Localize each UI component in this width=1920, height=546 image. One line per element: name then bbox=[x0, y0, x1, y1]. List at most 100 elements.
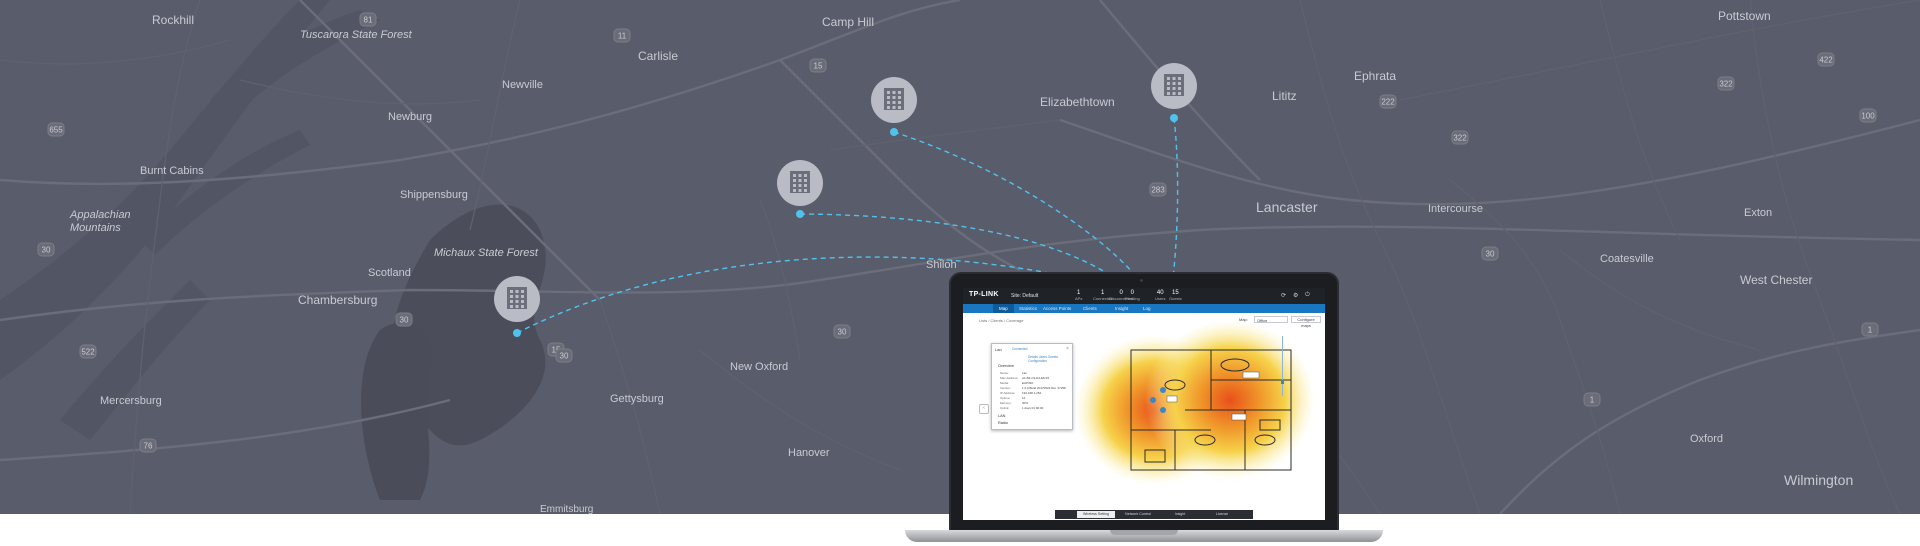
panel-title: Lan bbox=[995, 347, 1002, 352]
panel-tabs[interactable]: Details Users Guests Configuration bbox=[1028, 355, 1072, 363]
svg-text:30: 30 bbox=[838, 328, 847, 337]
site-selector[interactable]: Site: Default bbox=[1011, 293, 1038, 299]
place-label: Mercersburg bbox=[100, 395, 162, 407]
highway-shield: 322 bbox=[1451, 130, 1469, 145]
bottom-tabs: Wireless Setting Network Control Insight Li… bbox=[1055, 510, 1253, 519]
place-label: Wilmington bbox=[1784, 472, 1853, 488]
controller-screen: TP-LINK Site: Default 1 APs 1 Connected 0 Dis… bbox=[963, 288, 1325, 520]
bottom-tab[interactable]: Wireless Setting bbox=[1077, 511, 1115, 518]
place-label: Newburg bbox=[388, 111, 432, 123]
place-label: Oxford bbox=[1690, 433, 1723, 445]
highway-shield: 76 bbox=[139, 438, 157, 453]
place-label: Mountains bbox=[70, 222, 121, 234]
bottom-tab[interactable]: Insight bbox=[1161, 511, 1199, 518]
place-label: Lititz bbox=[1272, 89, 1297, 103]
svg-text:322: 322 bbox=[1719, 80, 1733, 89]
building-icon bbox=[790, 171, 810, 193]
svg-text:30: 30 bbox=[42, 246, 51, 255]
detail-row: IP Address: 192.168.1.254 bbox=[1000, 391, 1042, 395]
svg-text:11: 11 bbox=[618, 32, 627, 41]
gear-icon[interactable]: ⚙ bbox=[1293, 292, 1298, 299]
highway-shield: 30 bbox=[555, 348, 573, 363]
place-label: Burnt Cabins bbox=[140, 165, 204, 177]
highway-shield: 1 bbox=[1583, 392, 1601, 407]
place-label: Appalachian bbox=[69, 209, 131, 221]
bottom-tab[interactable]: License bbox=[1203, 511, 1241, 518]
breadcrumb: Lists / Clients / Coverage bbox=[979, 318, 1024, 323]
highway-shield: 81 bbox=[359, 12, 377, 27]
place-label: Michaux State Forest bbox=[434, 247, 539, 259]
status-counter: 40 Users bbox=[1155, 290, 1166, 301]
svg-text:1: 1 bbox=[1868, 326, 1873, 335]
highway-shield: 322 bbox=[1717, 76, 1735, 91]
building-icon bbox=[884, 88, 904, 110]
highway-shield: 30 bbox=[833, 324, 851, 339]
highway-shield: 15 bbox=[809, 58, 827, 73]
highway-shield: 522 bbox=[79, 344, 97, 359]
svg-text:422: 422 bbox=[1819, 56, 1833, 65]
svg-text:283: 283 bbox=[1151, 186, 1165, 195]
svg-text:100: 100 bbox=[1861, 112, 1875, 121]
highway-shield: 30 bbox=[37, 242, 55, 257]
place-label: Elizabethtown bbox=[1040, 95, 1115, 109]
place-label: Gettysburg bbox=[610, 393, 664, 405]
place-label: Chambersburg bbox=[298, 293, 377, 307]
svg-text:81: 81 bbox=[364, 16, 373, 25]
laptop-notch bbox=[1110, 530, 1178, 535]
highway-shield: 222 bbox=[1379, 94, 1397, 109]
app-topbar: TP-LINK Site: Default 1 APs 1 Connected 0 Dis… bbox=[963, 288, 1325, 304]
brand-logo: TP-LINK bbox=[969, 291, 999, 298]
nav-tab-map[interactable]: Map bbox=[993, 304, 1014, 313]
laptop-mockup: TP-LINK Site: Default 1 APs 1 Connected 0 Dis… bbox=[905, 272, 1383, 546]
place-label: Newville bbox=[502, 79, 543, 91]
place-label: Pottstown bbox=[1718, 9, 1771, 23]
highway-shield: 422 bbox=[1817, 52, 1835, 67]
place-label: Camp Hill bbox=[822, 15, 874, 29]
place-label: Coatesville bbox=[1600, 253, 1654, 265]
building-icon bbox=[507, 287, 527, 309]
svg-text:1: 1 bbox=[1590, 396, 1595, 405]
detail-row: Mac Address: A1-B2-C3-D4-E5-F6 bbox=[1000, 376, 1050, 380]
detail-row: Name: Lan bbox=[1000, 371, 1028, 375]
place-label: Carlisle bbox=[638, 49, 678, 63]
place-label: Hanover bbox=[788, 447, 830, 459]
svg-text:522: 522 bbox=[81, 348, 95, 357]
svg-text:30: 30 bbox=[560, 352, 569, 361]
logout-icon[interactable]: ⏻ bbox=[1305, 292, 1310, 299]
camera-dot bbox=[1140, 279, 1143, 282]
status-counter: 0 Pending bbox=[1125, 290, 1140, 301]
svg-text:655: 655 bbox=[49, 126, 63, 135]
refresh-icon[interactable]: ⟳ bbox=[1281, 292, 1286, 299]
place-label: Rockhill bbox=[152, 13, 194, 27]
detail-row: Version: 1.0.0 Build 20170524 Rel. 37258 bbox=[1000, 386, 1066, 390]
svg-text:76: 76 bbox=[144, 442, 153, 451]
svg-text:30: 30 bbox=[400, 316, 409, 325]
chevron-left-icon[interactable]: ‹ bbox=[979, 404, 989, 414]
place-label: Intercourse bbox=[1428, 203, 1483, 215]
place-label: Shiloh bbox=[926, 259, 957, 271]
bottom-tab[interactable]: Network Control bbox=[1119, 511, 1157, 518]
highway-shield: 100 bbox=[1859, 108, 1877, 123]
highway-shield: 283 bbox=[1149, 182, 1167, 197]
status-counter: 15 Guests bbox=[1169, 290, 1182, 301]
highway-shield: 30 bbox=[1481, 246, 1499, 261]
place-label: Shippensburg bbox=[400, 189, 468, 201]
overview-heading: Overview bbox=[998, 364, 1014, 368]
place-label: New Oxford bbox=[730, 361, 788, 373]
place-label: Ephrata bbox=[1354, 69, 1396, 83]
highway-shield: 30 bbox=[395, 312, 413, 327]
highway-shield: 11 bbox=[613, 28, 631, 43]
highway-shield: 1 bbox=[1861, 322, 1879, 337]
detail-row: Uptime: 1d bbox=[1000, 396, 1026, 400]
radio-heading[interactable]: Radio bbox=[998, 421, 1008, 425]
place-label: Exton bbox=[1744, 207, 1772, 219]
zoom-slider[interactable] bbox=[1281, 336, 1284, 396]
status-counter: 1 APs bbox=[1075, 290, 1083, 301]
svg-text:322: 322 bbox=[1453, 134, 1467, 143]
close-icon[interactable]: × bbox=[1066, 346, 1069, 352]
detail-row: Uplink: 1 days 01:00:00 bbox=[1000, 406, 1044, 410]
lan-heading[interactable]: LAN bbox=[998, 414, 1005, 418]
svg-text:30: 30 bbox=[1486, 250, 1495, 259]
ap-detail-panel: Lan Connected × Details Users Guests Con… bbox=[991, 343, 1073, 430]
place-label: Scotland bbox=[368, 267, 411, 279]
